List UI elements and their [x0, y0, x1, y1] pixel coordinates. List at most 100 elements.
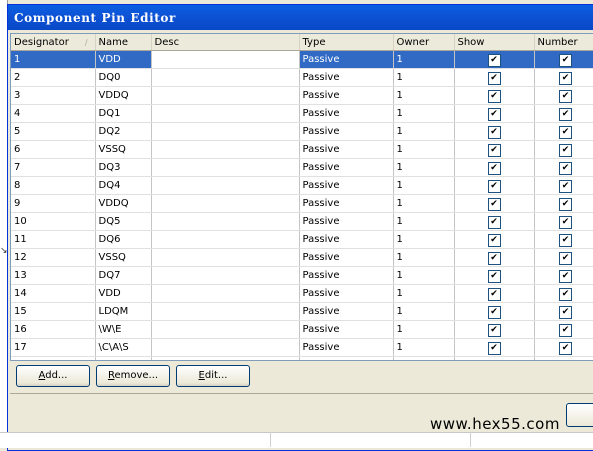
show-checkbox[interactable]: ✔: [487, 126, 501, 139]
show-checkbox[interactable]: ✔: [487, 54, 501, 67]
cell-type[interactable]: Passive: [299, 140, 394, 159]
show-checkbox[interactable]: ✔: [488, 360, 501, 361]
number-checkbox[interactable]: ✔: [559, 144, 572, 157]
cell-type[interactable]: Passive: [299, 194, 394, 213]
cell-desc[interactable]: [151, 338, 300, 357]
number-checkbox[interactable]: ✔: [559, 72, 572, 85]
number-checkbox[interactable]: ✔: [559, 198, 572, 211]
table-row[interactable]: 16 \W\E Passive 1 ✔ ✔: [11, 320, 593, 339]
cell-desc[interactable]: [151, 158, 300, 177]
column-header-designator[interactable]: Designator ∕: [11, 34, 96, 51]
cell-name[interactable]: LDQM: [95, 302, 152, 321]
cell-name[interactable]: VSSQ: [95, 248, 152, 267]
cell-type[interactable]: Passive: [299, 212, 394, 231]
cell-name[interactable]: DQ5: [95, 212, 152, 231]
table-row[interactable]: 11 DQ6 Passive 1 ✔ ✔: [11, 230, 593, 249]
cell-name[interactable]: \W\E: [95, 320, 152, 339]
show-checkbox[interactable]: ✔: [487, 252, 501, 265]
cell-desc[interactable]: [151, 122, 300, 141]
cell-name[interactable]: \C\A\S: [95, 338, 152, 357]
edit-button[interactable]: Edit...: [176, 365, 250, 387]
cell-desc[interactable]: [151, 86, 300, 105]
cell-name[interactable]: DQ3: [95, 158, 152, 177]
ok-button[interactable]: [566, 403, 593, 427]
cell-type[interactable]: Passive: [299, 104, 394, 123]
cell-desc[interactable]: [151, 68, 300, 87]
column-header-name[interactable]: Name: [95, 34, 152, 51]
cell-type[interactable]: Passive: [299, 266, 394, 285]
show-checkbox[interactable]: ✔: [487, 270, 501, 283]
table-row[interactable]: 13 DQ7 Passive 1 ✔ ✔: [11, 266, 593, 285]
cell-name[interactable]: VDD: [95, 284, 152, 303]
table-row[interactable]: 14 VDD Passive 1 ✔ ✔: [11, 284, 593, 303]
number-checkbox[interactable]: ✔: [559, 270, 572, 283]
cell-name[interactable]: DQ1: [95, 104, 152, 123]
table-row[interactable]: 10 DQ5 Passive 1 ✔ ✔: [11, 212, 593, 231]
show-checkbox[interactable]: ✔: [487, 234, 501, 247]
number-checkbox[interactable]: ✔: [559, 216, 572, 229]
cell-desc[interactable]: [151, 212, 300, 231]
number-checkbox[interactable]: ✔: [559, 126, 572, 139]
number-checkbox[interactable]: ✔: [559, 234, 572, 247]
number-checkbox[interactable]: ✔: [559, 306, 572, 319]
cell-type[interactable]: Passive: [299, 320, 394, 339]
cell-name[interactable]: VDD: [95, 50, 152, 69]
title-bar[interactable]: Component Pin Editor: [8, 5, 593, 30]
show-checkbox[interactable]: ✔: [487, 144, 501, 157]
cell-type[interactable]: Passive: [299, 302, 394, 321]
cell-desc[interactable]: [151, 320, 300, 339]
show-checkbox[interactable]: ✔: [487, 216, 501, 229]
column-header-type[interactable]: Type: [299, 34, 394, 51]
cell-name[interactable]: DQ4: [95, 176, 152, 195]
cell-type[interactable]: Passive: [299, 50, 394, 69]
table-row[interactable]: 17 \C\A\S Passive 1 ✔ ✔: [11, 338, 593, 357]
cell-desc[interactable]: [151, 248, 300, 267]
cell-name[interactable]: DQ2: [95, 122, 152, 141]
column-header-show[interactable]: Show: [454, 34, 535, 51]
cell-desc[interactable]: [151, 266, 300, 285]
cell-type[interactable]: Passive: [299, 158, 394, 177]
cell-name[interactable]: DQ6: [95, 230, 152, 249]
column-header-desc[interactable]: Desc: [151, 34, 300, 51]
cell-type[interactable]: Passive: [299, 122, 394, 141]
table-row[interactable]: 4 DQ1 Passive 1 ✔ ✔: [11, 104, 593, 123]
show-checkbox[interactable]: ✔: [487, 306, 501, 319]
table-row[interactable]: 9 VDDQ Passive 1 ✔ ✔: [11, 194, 593, 213]
cell-name[interactable]: DQ7: [95, 266, 152, 285]
table-row[interactable]: 2 DQ0 Passive 1 ✔ ✔: [11, 68, 593, 87]
number-checkbox[interactable]: ✔: [559, 54, 572, 67]
cell-desc[interactable]: [151, 140, 300, 159]
cell-name[interactable]: \R\A\S: [95, 356, 152, 360]
column-header-number[interactable]: Number: [534, 34, 593, 51]
show-checkbox[interactable]: ✔: [487, 108, 501, 121]
show-checkbox[interactable]: ✔: [487, 90, 501, 103]
number-checkbox[interactable]: ✔: [559, 180, 572, 193]
number-checkbox[interactable]: ✔: [559, 252, 572, 265]
table-row[interactable]: 6 VSSQ Passive 1 ✔ ✔: [11, 140, 593, 159]
number-checkbox[interactable]: ✔: [559, 162, 572, 175]
show-checkbox[interactable]: ✔: [487, 324, 501, 337]
cell-type[interactable]: Passive: [299, 176, 394, 195]
cell-desc[interactable]: [151, 302, 300, 321]
cell-type[interactable]: Passive: [299, 338, 394, 357]
pin-grid[interactable]: Designator ∕ Name Desc Type Owner Show Nu…: [10, 33, 593, 361]
cell-desc[interactable]: [151, 284, 300, 303]
number-checkbox[interactable]: ✔: [559, 324, 572, 337]
add-button[interactable]: Add...: [16, 365, 90, 387]
cell-type[interactable]: Passive: [299, 284, 394, 303]
table-row[interactable]: 1 VDD Passive 1 ✔ ✔: [11, 50, 593, 69]
table-row[interactable]: 7 DQ3 Passive 1 ✔ ✔: [11, 158, 593, 177]
cell-desc[interactable]: [151, 356, 300, 360]
cell-name[interactable]: VDDQ: [95, 194, 152, 213]
table-row[interactable]: 18\R\A\S Passive1 ✔ ✔: [11, 356, 593, 361]
cell-desc[interactable]: [151, 104, 300, 123]
table-row[interactable]: 12 VSSQ Passive 1 ✔ ✔: [11, 248, 593, 267]
table-row[interactable]: 3 VDDQ Passive 1 ✔ ✔: [11, 86, 593, 105]
cell-name[interactable]: VDDQ: [95, 86, 152, 105]
column-header-owner[interactable]: Owner: [393, 34, 455, 51]
cell-name[interactable]: DQ0: [95, 68, 152, 87]
show-checkbox[interactable]: ✔: [487, 342, 501, 355]
table-row[interactable]: 15 LDQM Passive 1 ✔ ✔: [11, 302, 593, 321]
cell-type[interactable]: Passive: [299, 230, 394, 249]
cell-type[interactable]: Passive: [299, 86, 394, 105]
